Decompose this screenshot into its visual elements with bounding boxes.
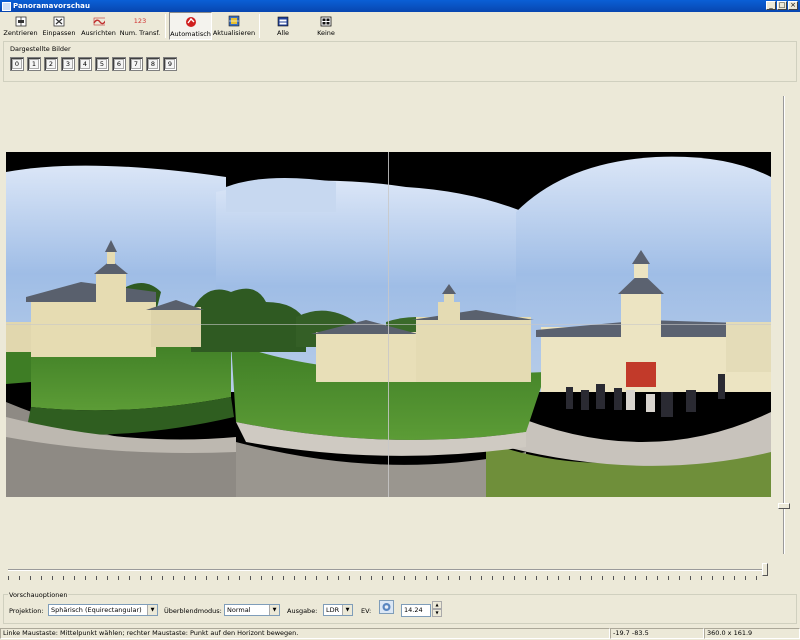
blend-mode-select[interactable]: Normal ▼	[224, 604, 280, 616]
output-select[interactable]: LDR ▼	[323, 604, 353, 616]
image-toggle-7[interactable]: 7	[129, 57, 143, 71]
ev-spinner[interactable]: ▲ ▼	[432, 601, 442, 617]
displayed-images-legend: Dargestellte Bilder	[10, 45, 71, 53]
projection-select[interactable]: Sphärisch (Equirectangular) ▼	[48, 604, 158, 616]
image-toggle-6[interactable]: 6	[112, 57, 126, 71]
minimize-button[interactable]: _	[766, 1, 776, 10]
preview-options-group: Vorschauoptionen Projektion: Sphärisch (…	[3, 591, 797, 624]
toolbar-separator	[259, 14, 260, 38]
preview-options-legend: Vorschauoptionen	[8, 591, 69, 599]
ev-auto-button[interactable]	[379, 600, 394, 614]
auto-refresh-icon	[185, 16, 197, 28]
horizontal-slider-thumb[interactable]	[762, 563, 768, 576]
spin-up-button[interactable]: ▲	[432, 601, 442, 609]
image-toggle-9[interactable]: 9	[163, 57, 177, 71]
chevron-down-icon: ▼	[147, 605, 157, 615]
app-icon	[2, 1, 11, 11]
panorama-preview-canvas[interactable]	[6, 152, 771, 497]
chevron-down-icon: ▼	[342, 605, 352, 615]
vertical-slider-track[interactable]	[783, 96, 785, 554]
image-toggle-0[interactable]: 0	[10, 57, 24, 71]
fit-button[interactable]: Einpassen	[39, 12, 79, 40]
horizontal-slider-track[interactable]	[8, 569, 766, 571]
all-images-icon	[277, 15, 289, 27]
vertical-slider-thumb[interactable]	[778, 503, 790, 509]
update-icon	[228, 15, 240, 27]
displayed-images-group: Dargestellte Bilder 0 1 2 3 4 5 6 7 8 9	[3, 41, 797, 82]
close-button[interactable]: ×	[788, 1, 798, 10]
image-toggle-1[interactable]: 1	[27, 57, 41, 71]
ev-label: EV:	[361, 607, 372, 615]
status-bar: Linke Maustaste: Mittelpunkt wählen; rec…	[0, 628, 800, 640]
horizon-guide	[6, 324, 771, 325]
status-hint: Linke Maustaste: Mittelpunkt wählen; rec…	[0, 628, 610, 639]
fit-icon	[53, 15, 65, 27]
image-toggle-4[interactable]: 4	[78, 57, 92, 71]
image-toggle-3[interactable]: 3	[61, 57, 75, 71]
title-bar: Panoramavorschau _ □ ×	[0, 0, 800, 12]
image-toggle-8[interactable]: 8	[146, 57, 160, 71]
toolbar-separator	[165, 14, 166, 38]
ev-input[interactable]: 14.24	[401, 604, 431, 617]
update-button[interactable]: Aktualisieren	[212, 12, 256, 40]
center-icon	[15, 15, 27, 27]
center-button[interactable]: Zentrieren	[2, 12, 39, 40]
horizontal-slider-ticks	[8, 576, 766, 580]
image-toggle-5[interactable]: 5	[95, 57, 109, 71]
status-coordinates: -19.7 -83.5	[610, 628, 704, 639]
straighten-button[interactable]: Ausrichten	[79, 12, 118, 40]
blend-mode-label: Überblendmodus:	[164, 607, 222, 615]
output-label: Ausgabe:	[287, 607, 318, 615]
image-toggle-2[interactable]: 2	[44, 57, 58, 71]
numeric-transform-icon: 123	[133, 17, 147, 25]
no-images-icon	[320, 15, 332, 27]
show-all-images-button[interactable]: Alle	[263, 12, 303, 40]
auto-preview-toggle[interactable]: Automatisch	[169, 12, 212, 40]
image-toggle-list: 0 1 2 3 4 5 6 7 8 9	[10, 57, 177, 71]
chevron-down-icon: ▼	[269, 605, 279, 615]
exposure-icon	[382, 603, 391, 611]
window-title: Panoramavorschau	[13, 2, 91, 10]
spin-down-button[interactable]: ▼	[432, 609, 442, 617]
numeric-transform-button[interactable]: 123 Num. Transf.	[118, 12, 162, 40]
projection-label: Projektion:	[9, 607, 44, 615]
window-controls: _ □ ×	[766, 1, 798, 10]
show-no-images-button[interactable]: Keine	[303, 12, 349, 40]
status-field-of-view: 360.0 x 161.9	[704, 628, 800, 639]
toolbar: Zentrieren Einpassen Ausrichten 123 Num.…	[0, 12, 800, 40]
maximize-button[interactable]: □	[777, 1, 787, 10]
straighten-icon	[92, 15, 105, 27]
